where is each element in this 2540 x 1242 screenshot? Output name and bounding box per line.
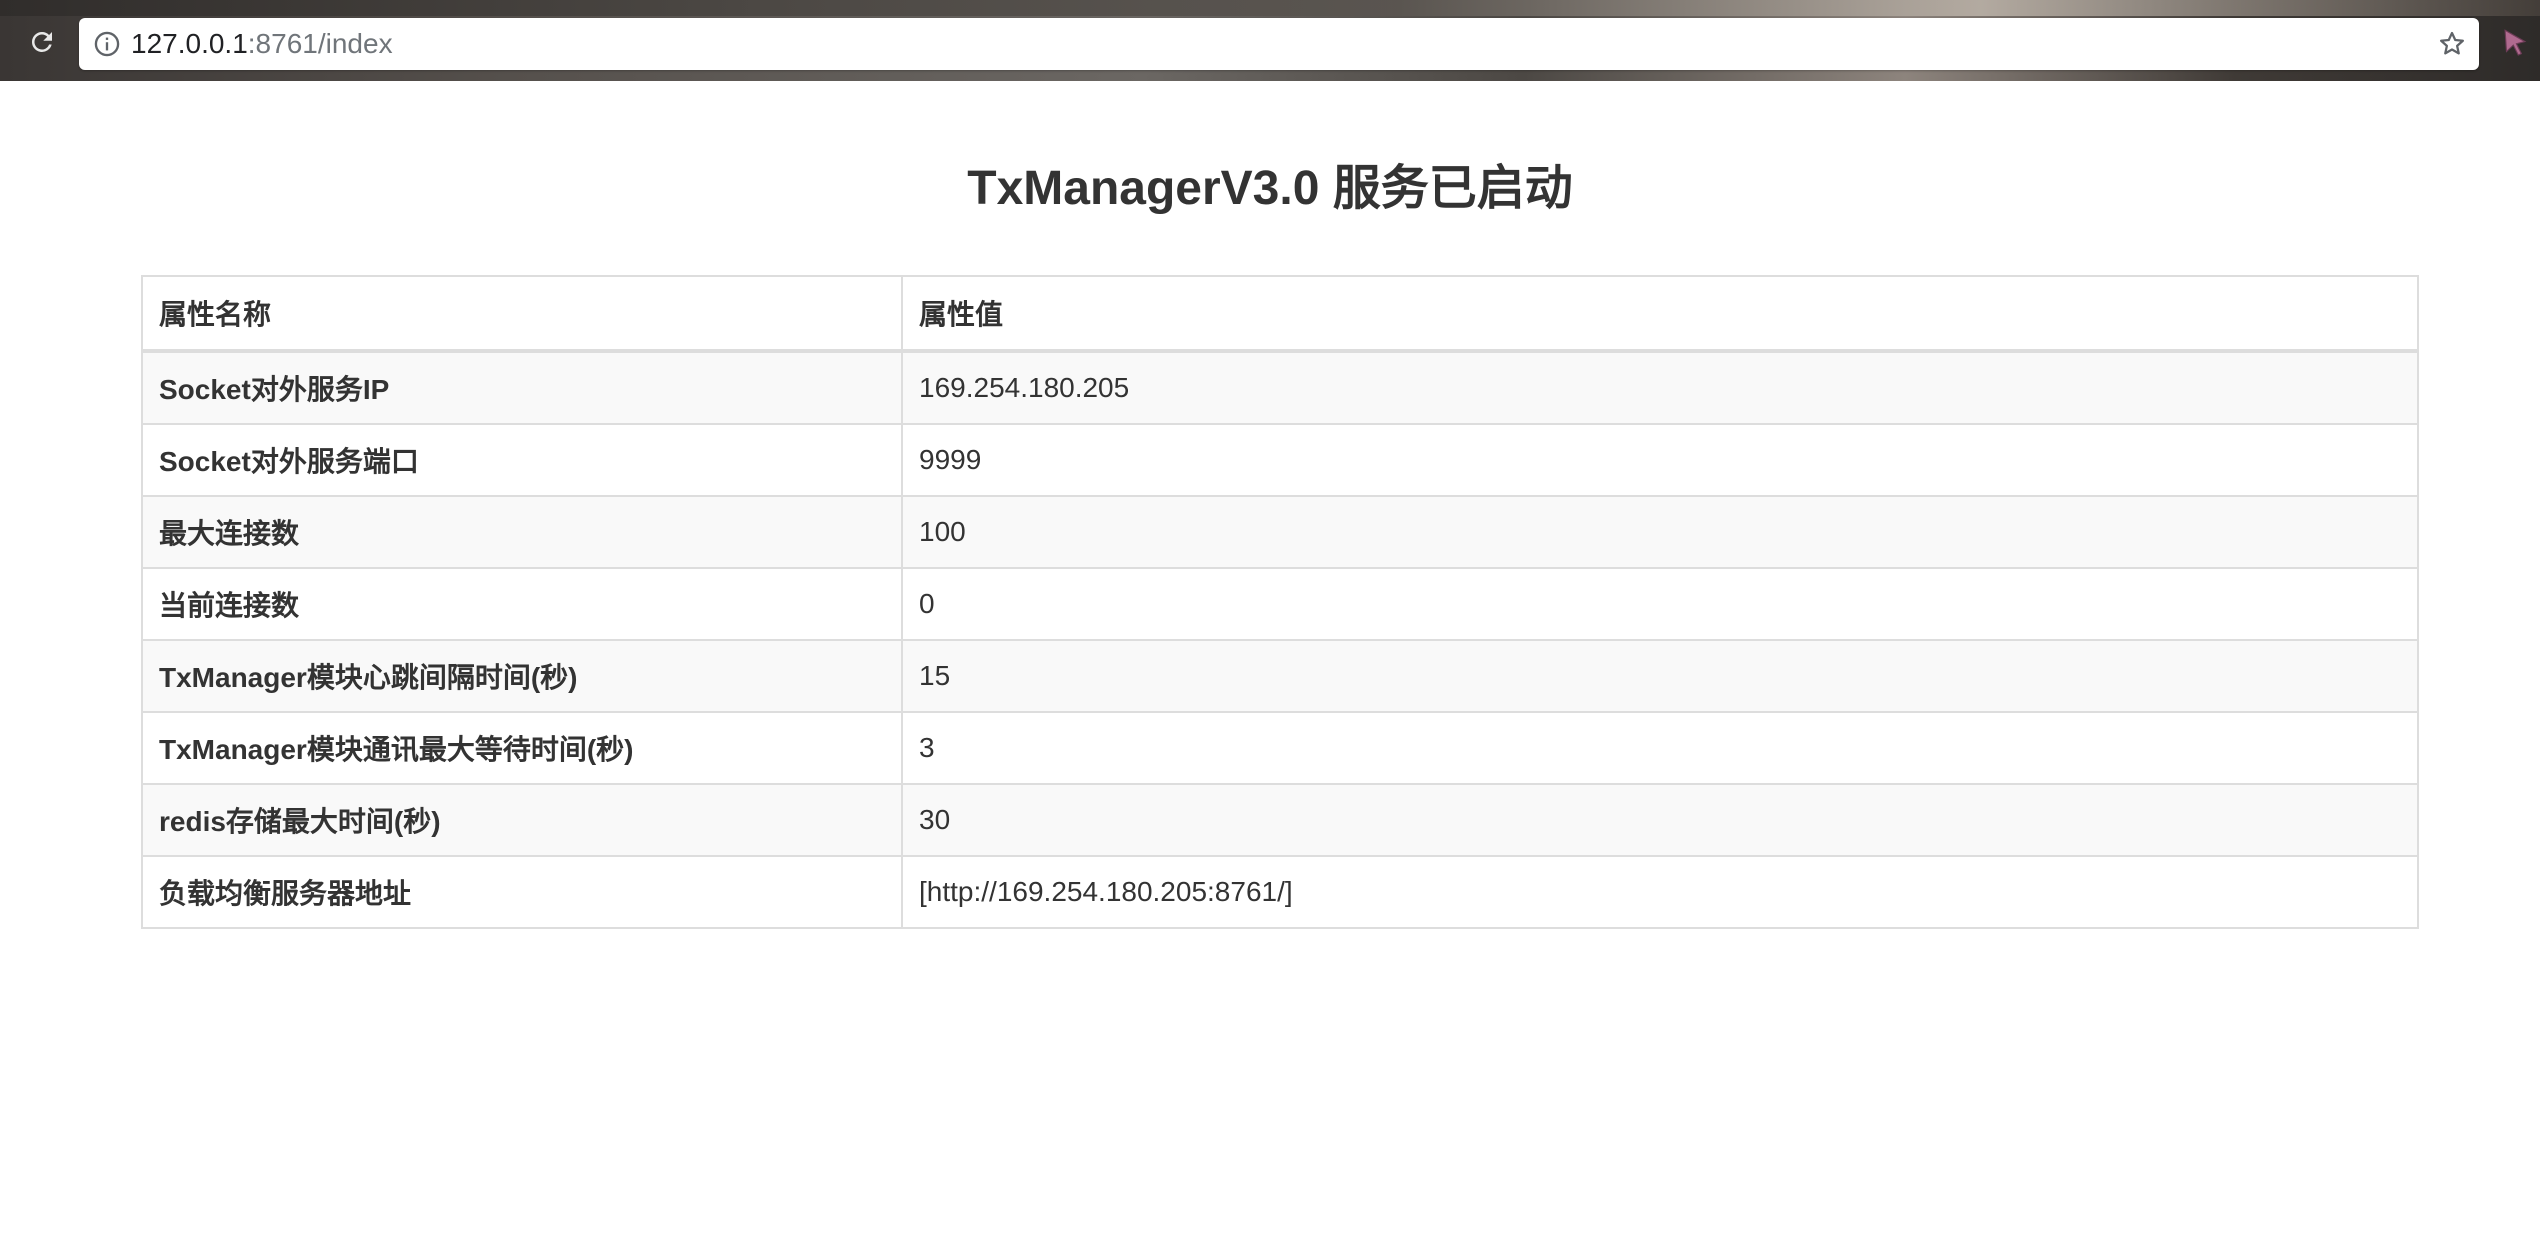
property-value: 100	[901, 495, 2419, 569]
url-path: :8761/index	[247, 28, 393, 59]
table-row: 最大连接数 100	[141, 495, 2419, 569]
property-name: Socket对外服务端口	[141, 423, 903, 497]
table-row: Socket对外服务IP 169.254.180.205	[141, 350, 2419, 425]
header-property-name: 属性名称	[141, 275, 903, 353]
property-value: [http://169.254.180.205:8761/]	[901, 855, 2419, 929]
url-host: 127.0.0.1	[131, 28, 248, 59]
page-title: TxManagerV3.0 服务已启动	[967, 162, 1573, 215]
reload-button[interactable]	[22, 22, 62, 62]
url-text[interactable]: 127.0.0.1:8761/index	[131, 29, 393, 59]
property-name: 负载均衡服务器地址	[141, 855, 903, 929]
property-value: 3	[901, 711, 2419, 785]
cursor-extension-icon[interactable]	[2498, 26, 2532, 60]
star-icon[interactable]	[2437, 29, 2467, 59]
property-name: Socket对外服务IP	[141, 350, 903, 425]
property-name: TxManager模块通讯最大等待时间(秒)	[141, 711, 903, 785]
info-icon[interactable]	[93, 30, 121, 58]
property-value: 15	[901, 639, 2419, 713]
table-row: 负载均衡服务器地址 [http://169.254.180.205:8761/]	[141, 855, 2419, 929]
table-row: TxManager模块通讯最大等待时间(秒) 3	[141, 711, 2419, 785]
reload-icon	[31, 31, 52, 52]
header-property-value: 属性值	[901, 275, 2419, 353]
property-value: 169.254.180.205	[901, 350, 2419, 425]
address-bar[interactable]: 127.0.0.1:8761/index	[79, 18, 2479, 70]
property-value: 0	[901, 567, 2419, 641]
properties-table: 属性名称 属性值 Socket对外服务IP 169.254.180.205 So…	[141, 275, 2419, 929]
browser-toolbar: 127.0.0.1:8761/index	[0, 0, 2540, 81]
table-row: redis存储最大时间(秒) 30	[141, 783, 2419, 857]
property-name: TxManager模块心跳间隔时间(秒)	[141, 639, 903, 713]
table-row: 当前连接数 0	[141, 567, 2419, 641]
property-name: 最大连接数	[141, 495, 903, 569]
table-header-row: 属性名称 属性值	[141, 275, 2419, 353]
table-row: TxManager模块心跳间隔时间(秒) 15	[141, 639, 2419, 713]
property-name: redis存储最大时间(秒)	[141, 783, 903, 857]
property-value: 9999	[901, 423, 2419, 497]
table-row: Socket对外服务端口 9999	[141, 423, 2419, 497]
property-value: 30	[901, 783, 2419, 857]
property-name: 当前连接数	[141, 567, 903, 641]
